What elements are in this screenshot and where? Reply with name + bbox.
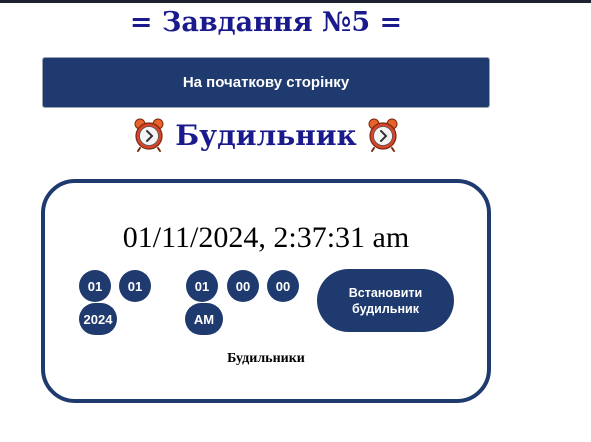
alarm-clock-icon — [365, 117, 401, 153]
top-bar — [0, 0, 591, 3]
page: = Завдання №5 = На початкову сторінку Бу… — [0, 0, 591, 442]
hour-select[interactable]: 01 — [186, 270, 218, 302]
alarm-clock-icon — [131, 117, 167, 153]
second-select[interactable]: 00 — [267, 270, 299, 302]
minute-select[interactable]: 00 — [227, 270, 259, 302]
alarm-card: 01/11/2024, 2:37:31 am 01 01 2024 01 00 … — [41, 179, 491, 403]
month-select[interactable]: 01 — [119, 270, 151, 302]
alarms-list-label: Будильники — [227, 351, 305, 366]
period-select[interactable]: AM — [185, 303, 223, 335]
set-alarm-button[interactable]: Встановити будильник — [317, 269, 454, 332]
alarm-heading: Будильник — [0, 113, 532, 157]
day-select[interactable]: 01 — [79, 270, 111, 302]
home-page-button[interactable]: На початкову сторінку — [42, 57, 490, 108]
year-select[interactable]: 2024 — [79, 303, 117, 335]
current-time: 01/11/2024, 2:37:31 am — [122, 221, 410, 254]
alarm-title: Будильник — [175, 118, 357, 152]
task-title: = Завдання №5 = — [129, 7, 403, 38]
